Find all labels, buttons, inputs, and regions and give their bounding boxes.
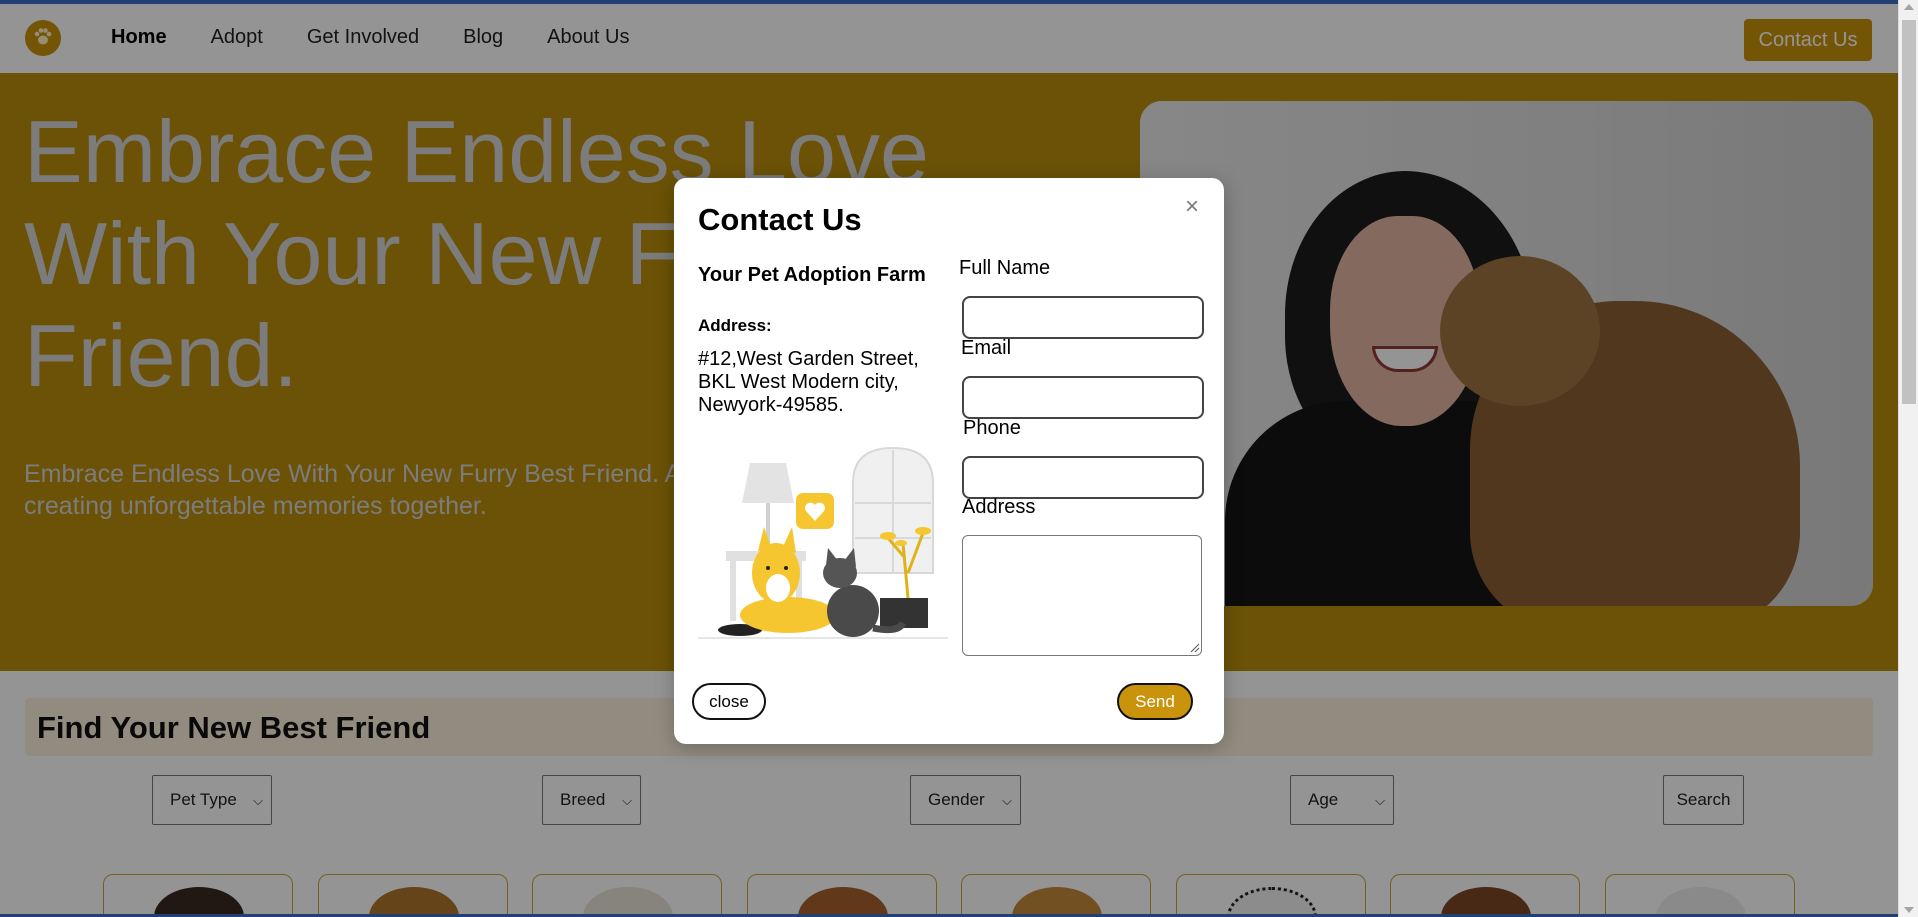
email-input[interactable] bbox=[962, 376, 1204, 419]
email-label: Email bbox=[961, 337, 1012, 359]
close-button[interactable]: close bbox=[692, 683, 766, 720]
modal-title: Contact Us bbox=[698, 202, 862, 237]
full-name-label: Full Name bbox=[959, 257, 1051, 279]
address-text: #12,West Garden Street, BKL West Modern … bbox=[698, 348, 919, 416]
send-button[interactable]: Send bbox=[1117, 683, 1193, 720]
page-scrollbar[interactable] bbox=[1898, 0, 1918, 917]
contact-modal: Contact Us × Your Pet Adoption Farm Addr… bbox=[674, 178, 1224, 744]
pets-illustration bbox=[698, 446, 948, 639]
address-heading: Address: bbox=[698, 316, 772, 335]
address-textarea[interactable] bbox=[962, 535, 1202, 656]
full-name-input[interactable] bbox=[962, 296, 1204, 339]
close-icon[interactable]: × bbox=[1185, 195, 1199, 219]
farm-name: Your Pet Adoption Farm bbox=[698, 264, 926, 286]
phone-label: Phone bbox=[963, 417, 1021, 439]
phone-input[interactable] bbox=[962, 456, 1204, 499]
scroll-down-arrow-icon[interactable] bbox=[1904, 907, 1914, 913]
scroll-up-arrow-icon[interactable] bbox=[1904, 4, 1914, 10]
address-field-label: Address bbox=[962, 496, 1036, 518]
scrollbar-thumb[interactable] bbox=[1902, 20, 1916, 404]
resize-grip-icon[interactable] bbox=[1188, 641, 1200, 653]
